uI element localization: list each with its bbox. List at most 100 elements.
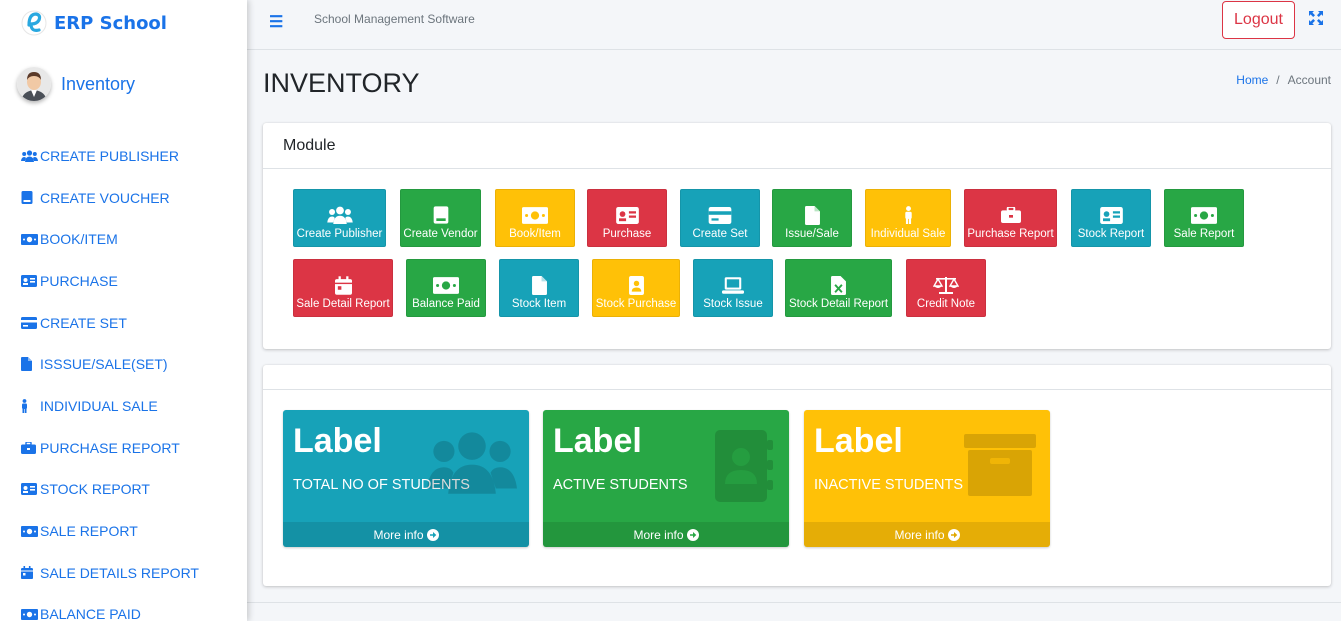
sidebar: ERP School Inventory CREATE PUBLISHER CR… — [0, 0, 247, 621]
sidebar-item-sale-details-report[interactable]: SALE DETAILS REPORT — [0, 552, 247, 594]
button-label: Stock Detail Report — [788, 298, 889, 310]
sidebar-item-balance-paid[interactable]: BALANCE PAID — [0, 594, 247, 621]
sidebar-item-purchase[interactable]: PURCHASE — [0, 260, 247, 302]
sidebar-item-sale-report[interactable]: SALE REPORT — [0, 510, 247, 552]
stock-detail-report-button[interactable]: Stock Detail Report — [785, 259, 892, 317]
logout-button[interactable]: Logout — [1222, 1, 1295, 39]
fullscreen-expand-icon[interactable] — [1309, 11, 1323, 25]
brand-name: ERP School — [54, 12, 167, 34]
button-label: Purchase Report — [967, 228, 1054, 240]
excel-file-icon — [831, 274, 846, 296]
file-icon — [531, 274, 547, 296]
active-students-box: Label ACTIVE STUDENTS More info — [543, 410, 789, 547]
sidebar-item-label: PURCHASE REPORT — [40, 439, 180, 456]
breadcrumb-separator: / — [1276, 73, 1280, 87]
sidebar-item-create-publisher[interactable]: CREATE PUBLISHER — [0, 135, 247, 177]
button-label: Purchase — [602, 228, 652, 240]
file-icon — [804, 204, 820, 226]
sidebar-item-create-voucher[interactable]: CREATE VOUCHER — [0, 177, 247, 219]
create-vendor-button[interactable]: Create Vendor — [400, 189, 481, 247]
purchase-button[interactable]: Purchase — [587, 189, 667, 247]
sidebar-item-label: BALANCE PAID — [40, 606, 141, 621]
button-label: Individual Sale — [870, 228, 946, 240]
stat-label: INACTIVE STUDENTS — [814, 477, 964, 493]
laptop-icon — [722, 274, 744, 296]
contact-icon — [628, 274, 644, 296]
brand-logo-icon — [20, 6, 48, 40]
file-icon — [21, 357, 39, 372]
sidebar-item-individual-sale[interactable]: INDIVIDUAL SALE — [0, 385, 247, 427]
button-label: Book/Item — [509, 228, 561, 240]
sidebar-item-label: CREATE SET — [40, 314, 127, 331]
page-title: INVENTORY — [263, 68, 420, 98]
briefcase-icon — [21, 441, 39, 455]
money-icon — [1191, 204, 1217, 226]
breadcrumb-home-link[interactable]: Home — [1236, 73, 1268, 87]
stats-card: Label TOTAL NO OF STUDENTS More info Lab… — [263, 365, 1331, 586]
book-icon — [21, 191, 39, 205]
stock-purchase-button[interactable]: Stock Purchase — [592, 259, 680, 317]
calendar-icon — [334, 274, 352, 296]
sidebar-item-book-item[interactable]: BOOK/ITEM — [0, 218, 247, 260]
purchase-report-button[interactable]: Purchase Report — [964, 189, 1057, 247]
sidebar-item-create-set[interactable]: CREATE SET — [0, 302, 247, 344]
module-card-title: Module — [263, 123, 1331, 169]
stock-issue-button[interactable]: Stock Issue — [693, 259, 773, 317]
more-info-label: More info — [633, 527, 684, 542]
more-info-link[interactable]: More info — [543, 522, 789, 547]
arrow-circle-right-icon — [686, 528, 699, 541]
briefcase-icon — [1000, 204, 1021, 226]
money-icon — [21, 524, 39, 538]
inactive-students-box: Label INACTIVE STUDENTS More info — [804, 410, 1050, 547]
sidebar-item-label: ISSSUE/SALE(SET) — [40, 356, 168, 373]
button-label: Create Set — [692, 228, 748, 240]
sidebar-item-label: BOOK/ITEM — [40, 231, 118, 248]
sidebar-item-label: SALE REPORT — [40, 523, 138, 540]
users-icon — [326, 204, 353, 226]
more-info-link[interactable]: More info — [804, 522, 1050, 547]
issue-sale-button[interactable]: Issue/Sale — [772, 189, 852, 247]
balance-paid-button[interactable]: Balance Paid — [406, 259, 486, 317]
stat-value: Label — [814, 422, 903, 460]
credit-card-icon — [21, 316, 39, 330]
id-card-icon — [1099, 204, 1123, 226]
stock-item-button[interactable]: Stock Item — [499, 259, 579, 317]
create-set-button[interactable]: Create Set — [680, 189, 760, 247]
button-label: Stock Purchase — [595, 298, 677, 310]
button-label: Create Vendor — [403, 228, 478, 240]
button-label: Balance Paid — [412, 298, 480, 310]
user-panel[interactable]: Inventory — [0, 46, 247, 122]
book-item-button[interactable]: Book/Item — [495, 189, 575, 247]
arrow-circle-right-icon — [947, 528, 960, 541]
button-label: Issue/Sale — [785, 228, 839, 240]
app-name: School Management Software — [314, 12, 475, 26]
module-card: Module Create Publisher Create Vendor Bo… — [263, 123, 1331, 349]
breadcrumb-current: Account — [1287, 73, 1331, 87]
button-label: Stock Report — [1077, 228, 1145, 240]
create-publisher-button[interactable]: Create Publisher — [293, 189, 386, 247]
stock-report-button[interactable]: Stock Report — [1071, 189, 1151, 247]
sale-report-button[interactable]: Sale Report — [1164, 189, 1244, 247]
more-info-label: More info — [373, 527, 424, 542]
individual-sale-button[interactable]: Individual Sale — [865, 189, 951, 247]
stat-value: Label — [553, 422, 642, 460]
footer-bar — [247, 602, 1341, 621]
sidebar-item-label: SALE DETAILS REPORT — [40, 564, 199, 581]
top-navbar: ☰ School Management Software Logout — [247, 0, 1341, 50]
calendar-icon — [21, 566, 39, 580]
credit-note-button[interactable]: Credit Note — [906, 259, 986, 317]
id-card-icon — [21, 482, 39, 496]
sidebar-item-issue-sale-set[interactable]: ISSSUE/SALE(SET) — [0, 343, 247, 385]
users-icon — [21, 149, 39, 163]
arrow-circle-right-icon — [426, 528, 439, 541]
more-info-link[interactable]: More info — [283, 522, 529, 547]
sale-detail-report-button[interactable]: Sale Detail Report — [293, 259, 393, 317]
sidebar-item-purchase-report[interactable]: PURCHASE REPORT — [0, 427, 247, 469]
money-icon — [433, 274, 459, 296]
brand[interactable]: ERP School — [0, 0, 247, 46]
sidebar-item-label: STOCK REPORT — [40, 481, 150, 498]
hamburger-menu-icon[interactable]: ☰ — [269, 12, 283, 32]
stats-card-header — [263, 365, 1331, 390]
button-label: Stock Item — [511, 298, 567, 310]
sidebar-item-stock-report[interactable]: STOCK REPORT — [0, 469, 247, 511]
